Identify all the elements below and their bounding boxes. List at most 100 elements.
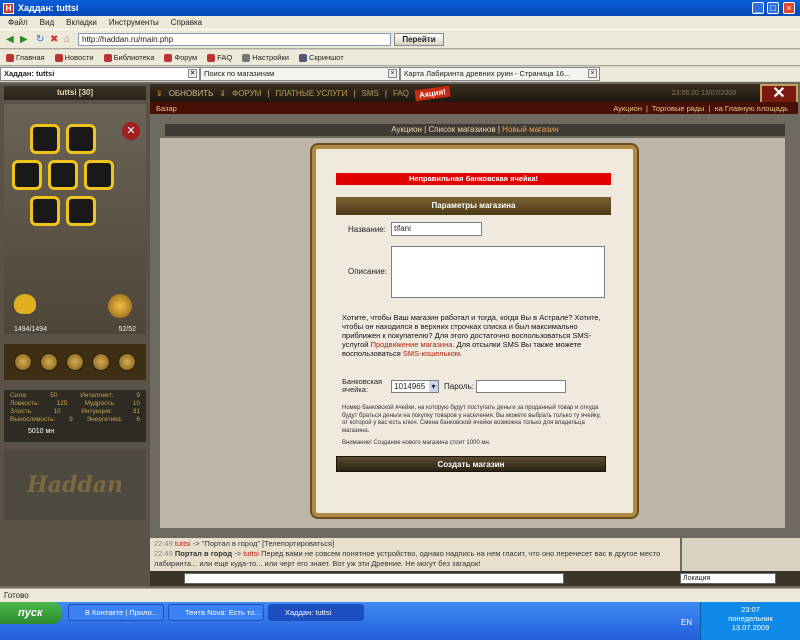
stop-icon[interactable]: ✖ [50,34,58,45]
nav-sms[interactable]: SMS [362,89,379,98]
action-slot[interactable] [14,353,32,371]
bookmark-forum[interactable]: Форум [164,53,197,62]
cost-warning: Внимание! Создание нового магазина стоит… [342,440,491,446]
reload-icon[interactable]: ↻ [36,34,44,45]
link-main-square[interactable]: на Главную площадь [715,104,789,113]
tab-haddan[interactable]: Хаддан: tuttsi × [0,67,200,81]
tab-labyrinth-map[interactable]: Карта Лабиринта древних руин - Страница … [400,67,600,81]
error-message: Неправильная банковская ячейка! [336,173,611,185]
inventory-area: ✕ [4,104,146,334]
minimize-button[interactable]: _ [752,2,764,14]
bank-cell-label: Банковская ячейка: [342,377,383,394]
back-icon[interactable]: ◀ [6,34,14,45]
heart-icon [14,294,36,314]
haddan-logo: Haddan [4,450,146,520]
bookmark-library[interactable]: Библиотека [103,53,154,62]
task-haddan[interactable]: Хаддан: tuttsi [268,604,364,621]
exit-game-button[interactable]: ✕ [760,84,798,104]
start-button[interactable]: пуск [0,602,62,624]
gear-icon [242,53,251,62]
link-sms-wallet[interactable]: SMS-кошельком [403,349,460,358]
subnav-shop-list[interactable]: Список магазинов [428,125,495,134]
inventory-slot[interactable] [48,160,78,190]
promo-info-text: Хотите, чтобы Ваш магазин работал и тогд… [342,313,601,358]
link-shop-promotion[interactable]: Продвижение магазина [371,340,453,349]
location-bazaar[interactable]: Базар [156,104,177,113]
action-slot[interactable] [92,353,110,371]
menu-bar: Файл Вид Вкладки Инструменты Справка [0,16,800,29]
nav-forum[interactable]: ФОРУМ [232,89,261,98]
chat-channel-select[interactable]: Локация [680,573,776,584]
go-button[interactable]: Перейти [394,33,444,46]
menu-view[interactable]: Вид [40,18,54,27]
address-input[interactable]: http://haddan.ru/main.php [78,33,391,46]
refresh-link[interactable]: ОБНОВИТЬ [169,89,214,98]
home-icon[interactable]: ⌂ [64,34,70,45]
task-tenta-nova[interactable]: Тента Nova: Есть то... [168,604,264,621]
bookmark-faq[interactable]: FAQ [207,53,232,62]
bookmark-screenshot[interactable]: Скриншот [298,53,344,62]
close-tab-icon[interactable]: × [588,69,597,78]
subnav-new-shop[interactable]: Новый магазин [502,125,559,134]
close-icon[interactable]: ✕ [122,122,140,140]
menu-tabs[interactable]: Вкладки [66,18,97,27]
name-label: Название: [348,225,386,234]
character-name: tuttsi [30] [4,86,146,100]
chat-input[interactable] [184,573,564,584]
money-value: 5010 мн [28,428,55,435]
description-label: Описание: [348,267,388,276]
refresh-arrow-icon: ⇓ [156,88,163,98]
clock-time[interactable]: 23:07 [701,605,800,614]
inventory-slot[interactable] [66,196,96,226]
action-slot[interactable] [40,353,58,371]
password-input[interactable] [476,380,566,393]
inventory-slot[interactable] [84,160,114,190]
action-slot[interactable] [118,353,136,371]
shop-name-input[interactable]: tifani [391,222,482,236]
close-tab-icon[interactable]: × [188,69,197,78]
action-bar [4,344,146,380]
params-header: Параметры магазина [336,197,611,215]
bookmark-icon [54,53,63,62]
bookmark-main[interactable]: Главная [6,53,45,62]
shop-subnav: Аукцион | Список магазинов | Новый магаз… [165,124,785,136]
chat-message: 22:49 tuttsi -> "Портал в город" [Телепо… [154,539,335,548]
tab-shop-search[interactable]: Поиск по магазинам × [200,67,400,81]
sun-icon [108,294,132,318]
close-tab-icon[interactable]: × [388,69,397,78]
bank-cell-select[interactable]: 1014965 ▾ [391,380,439,393]
stat-row: Выносливость: 9 Энергетика: 6 [10,416,140,423]
chat-message: 22:49 Портал в город -> tuttsi Перед вам… [154,549,661,568]
description-textarea[interactable] [391,246,605,298]
inventory-slot[interactable] [12,160,42,190]
menu-tools[interactable]: Инструменты [109,18,159,27]
bookmark-settings[interactable]: Настройки [242,53,289,62]
task-vkontakte[interactable]: В Контакте | Прило... [68,604,164,621]
close-button[interactable]: × [783,2,795,14]
link-auction[interactable]: Аукцион [613,104,642,113]
promo-badge[interactable]: Акция! [414,85,451,101]
menu-file[interactable]: Файл [8,18,28,27]
location-bar: Базар Аукцион | Торговые ряды | на Главную… [150,102,798,114]
nav-faq[interactable]: FAQ [393,89,409,98]
forward-icon[interactable]: ▶ [20,34,28,45]
language-indicator[interactable]: EN [681,618,692,627]
subnav-auction[interactable]: Аукцион [391,125,422,134]
hp-mp-bar: 1494/1494 52/52 [4,326,146,336]
bookmark-icon [207,53,216,62]
inventory-slot[interactable] [66,124,96,154]
bookmark-news[interactable]: Новости [54,53,94,62]
clock-date: 13.07.2009 [731,623,770,632]
mp-value: 52/52 [118,326,136,333]
inventory-slot[interactable] [30,124,60,154]
maximize-button[interactable]: □ [767,2,779,14]
link-trade-rows[interactable]: Торговые ряды [652,104,705,113]
menu-help[interactable]: Справка [171,18,202,27]
action-slot[interactable] [66,353,84,371]
create-shop-button[interactable]: Создать магазин [336,456,606,472]
nav-paid[interactable]: ПЛАТНЫЕ УСЛУГИ [275,89,347,98]
bank-cell-note: Номер банковской ячейки, на которую буду… [342,405,601,434]
camera-icon [298,53,307,62]
bookmark-icon [6,53,14,62]
inventory-slot[interactable] [30,196,60,226]
